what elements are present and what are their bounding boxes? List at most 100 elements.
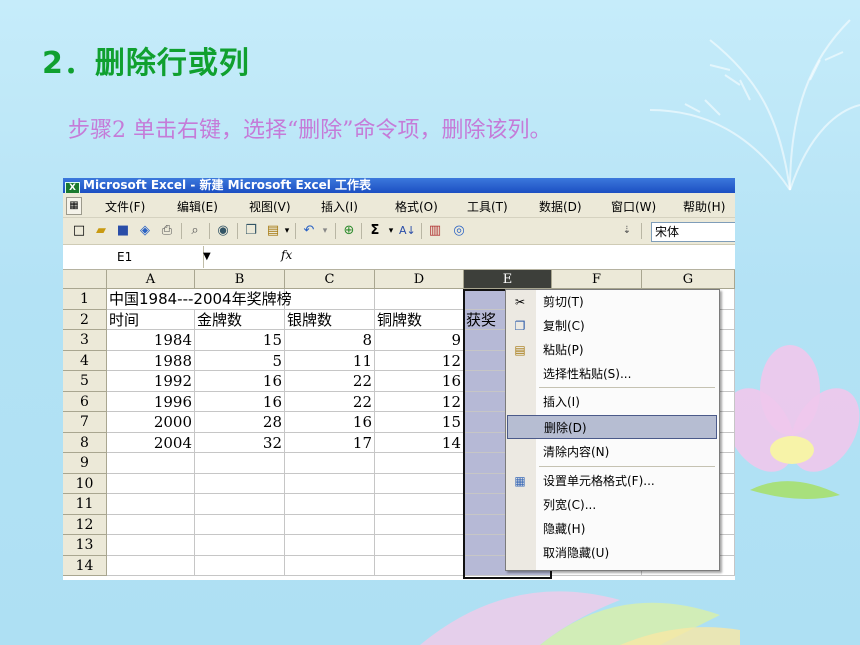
cell-d3[interactable]: 9 <box>375 330 464 351</box>
cell-a1[interactable]: 中国1984---2004年奖牌榜 <box>107 289 292 310</box>
row-header-8[interactable]: 8 <box>63 432 107 453</box>
cell-d13[interactable] <box>375 535 464 556</box>
cell-b13[interactable] <box>195 535 285 556</box>
cell-d4[interactable]: 12 <box>375 350 464 371</box>
row-header-6[interactable]: 6 <box>63 391 107 412</box>
cell-a14[interactable] <box>107 555 195 576</box>
cell-b12[interactable] <box>195 514 285 535</box>
cell-c14[interactable] <box>285 555 375 576</box>
autosum-dropdown-icon[interactable]: ▾ <box>383 223 399 239</box>
row-header-1[interactable]: 1 <box>63 289 107 310</box>
cell-d6[interactable]: 12 <box>375 391 464 412</box>
cell-b5[interactable]: 16 <box>195 371 285 392</box>
cell-a11[interactable] <box>107 494 195 515</box>
cell-c10[interactable] <box>285 473 375 494</box>
cell-d2[interactable]: 铜牌数 <box>375 309 464 330</box>
open-icon[interactable]: ▰ <box>93 223 109 239</box>
menu-item-cut[interactable]: ✂ 剪切(T) <box>506 290 719 314</box>
column-header-g[interactable]: G <box>642 270 735 289</box>
cell-c1[interactable] <box>285 289 375 310</box>
cell-b7[interactable]: 28 <box>195 412 285 433</box>
menu-format[interactable]: 格式(O) <box>395 198 438 215</box>
cell-a12[interactable] <box>107 514 195 535</box>
row-header-5[interactable]: 5 <box>63 371 107 392</box>
menu-item-paste[interactable]: ▤ 粘贴(P) <box>506 338 719 362</box>
row-header-9[interactable]: 9 <box>63 453 107 474</box>
column-header-d[interactable]: D <box>375 270 464 289</box>
menu-item-hide[interactable]: 隐藏(H) <box>506 517 719 541</box>
cell-c4[interactable]: 11 <box>285 350 375 371</box>
column-header-b[interactable]: B <box>195 270 285 289</box>
menu-tools[interactable]: 工具(T) <box>467 198 508 215</box>
row-header-12[interactable]: 12 <box>63 514 107 535</box>
cell-c3[interactable]: 8 <box>285 330 375 351</box>
cell-c7[interactable]: 16 <box>285 412 375 433</box>
menu-item-insert[interactable]: 插入(I) <box>506 390 719 414</box>
cell-d7[interactable]: 15 <box>375 412 464 433</box>
cell-c13[interactable] <box>285 535 375 556</box>
menu-view[interactable]: 视图(V) <box>249 198 291 215</box>
cell-c5[interactable]: 22 <box>285 371 375 392</box>
cell-b14[interactable] <box>195 555 285 576</box>
autosum-icon[interactable]: Σ <box>367 223 383 239</box>
undo-icon[interactable]: ↶ <box>301 223 317 239</box>
font-name-box[interactable]: 宋体 <box>651 222 735 242</box>
menu-item-clear-contents[interactable]: 清除内容(N) <box>506 440 719 464</box>
toolbar-options-icon[interactable]: ⇣ <box>619 223 635 239</box>
column-header-a[interactable]: A <box>107 270 195 289</box>
cell-c9[interactable] <box>285 453 375 474</box>
cell-d9[interactable] <box>375 453 464 474</box>
cell-b4[interactable]: 5 <box>195 350 285 371</box>
row-header-4[interactable]: 4 <box>63 350 107 371</box>
cell-d8[interactable]: 14 <box>375 432 464 453</box>
menu-item-copy[interactable]: ❐ 复制(C) <box>506 314 719 338</box>
hyperlink-icon[interactable]: ⊕ <box>341 223 357 239</box>
menu-item-column-width[interactable]: 列宽(C)... <box>506 493 719 517</box>
row-header-10[interactable]: 10 <box>63 473 107 494</box>
cell-b6[interactable]: 16 <box>195 391 285 412</box>
menu-insert[interactable]: 插入(I) <box>321 198 358 215</box>
menu-item-format-cells[interactable]: ▦ 设置单元格格式(F)... <box>506 469 719 493</box>
cell-c8[interactable]: 17 <box>285 432 375 453</box>
new-icon[interactable]: □ <box>71 223 87 239</box>
menu-item-paste-special[interactable]: 选择性粘贴(S)... <box>506 362 719 386</box>
select-all-corner[interactable] <box>63 270 107 289</box>
menu-file[interactable]: 文件(F) <box>105 198 145 215</box>
insert-function-icon[interactable]: fx <box>281 248 292 262</box>
cell-a4[interactable]: 1988 <box>107 350 195 371</box>
cell-c2[interactable]: 银牌数 <box>285 309 375 330</box>
name-box-dropdown-icon[interactable]: ▼ <box>203 251 211 262</box>
menu-item-unhide[interactable]: 取消隐藏(U) <box>506 541 719 565</box>
cell-c6[interactable]: 22 <box>285 391 375 412</box>
cell-d11[interactable] <box>375 494 464 515</box>
cell-a3[interactable]: 1984 <box>107 330 195 351</box>
cell-b2[interactable]: 金牌数 <box>195 309 285 330</box>
sort-ascending-icon[interactable]: A↓ <box>399 223 416 239</box>
cell-b3[interactable]: 15 <box>195 330 285 351</box>
cell-a10[interactable] <box>107 473 195 494</box>
permission-icon[interactable]: ◈ <box>137 223 153 239</box>
cell-a8[interactable]: 2004 <box>107 432 195 453</box>
cell-b10[interactable] <box>195 473 285 494</box>
row-header-7[interactable]: 7 <box>63 412 107 433</box>
workbook-icon[interactable]: ▦ <box>66 197 82 215</box>
research-icon[interactable]: ◉ <box>215 223 231 239</box>
cell-b11[interactable] <box>195 494 285 515</box>
print-icon[interactable]: ⎙ <box>159 223 175 239</box>
menu-item-delete[interactable]: 删除(D) <box>507 415 717 439</box>
cell-a7[interactable]: 2000 <box>107 412 195 433</box>
cell-c11[interactable] <box>285 494 375 515</box>
cell-d10[interactable] <box>375 473 464 494</box>
column-header-e[interactable]: E <box>464 270 552 289</box>
cell-d12[interactable] <box>375 514 464 535</box>
row-header-2[interactable]: 2 <box>63 309 107 330</box>
help-icon[interactable]: ◎ <box>451 223 467 239</box>
cell-b8[interactable]: 32 <box>195 432 285 453</box>
undo-dropdown-icon[interactable]: ▾ <box>317 223 333 239</box>
save-icon[interactable]: ■ <box>115 223 131 239</box>
chart-icon[interactable]: ▥ <box>427 223 443 239</box>
cell-a5[interactable]: 1992 <box>107 371 195 392</box>
cell-d5[interactable]: 16 <box>375 371 464 392</box>
menu-window[interactable]: 窗口(W) <box>611 198 656 215</box>
column-header-c[interactable]: C <box>285 270 375 289</box>
